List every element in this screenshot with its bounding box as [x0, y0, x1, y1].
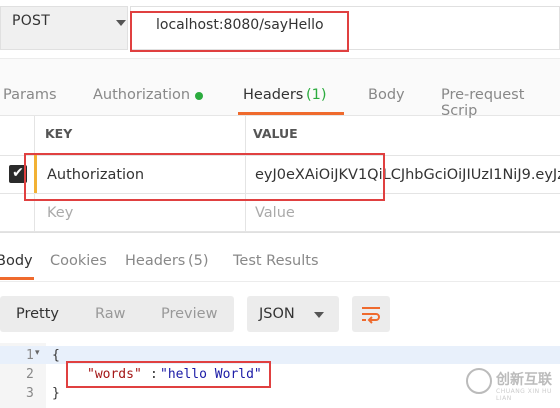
chevron-down-icon[interactable] — [116, 20, 126, 26]
tab-headers-count: (1) — [306, 87, 327, 103]
url-highlight-box — [130, 11, 349, 52]
line-number: 3 — [26, 386, 34, 401]
active-response-tab-indicator — [0, 277, 34, 280]
method-label: POST — [12, 13, 51, 29]
response-tab-body[interactable]: Body — [0, 253, 33, 269]
watermark-logo-icon — [466, 368, 492, 394]
fold-caret-icon[interactable]: ▾ — [35, 348, 40, 358]
header-row-highlight-box — [24, 153, 385, 201]
wrap-lines-icon — [362, 307, 380, 324]
tab-prerequest-script[interactable]: Pre-request Scrip — [441, 87, 560, 119]
raw-button[interactable]: Raw — [95, 306, 126, 322]
line-number: 2 — [26, 367, 34, 382]
code-open-brace: { — [52, 348, 60, 363]
tab-authorization[interactable]: Authorization — [93, 87, 190, 103]
code-highlight-box — [66, 361, 271, 388]
auth-status-dot — [195, 92, 203, 100]
watermark-text: 创新互联 — [496, 372, 552, 388]
column-header-value: VALUE — [253, 126, 298, 141]
new-key-input[interactable]: Key — [47, 205, 73, 221]
format-label: JSON — [259, 306, 295, 322]
response-headers-count: (5) — [188, 253, 209, 269]
line-number: 1 — [26, 348, 34, 363]
chevron-down-icon[interactable] — [314, 312, 324, 318]
watermark-subtext: CHUANG XIN HU LIAN — [496, 388, 552, 402]
tab-params[interactable]: Params — [3, 87, 57, 103]
response-tab-cookies[interactable]: Cookies — [50, 253, 107, 269]
tab-body[interactable]: Body — [368, 87, 405, 103]
response-tab-test-results[interactable]: Test Results — [233, 253, 319, 269]
tab-headers[interactable]: Headers — [243, 87, 303, 103]
new-value-input[interactable]: Value — [255, 205, 295, 221]
pretty-button[interactable]: Pretty — [16, 306, 59, 322]
response-tab-headers[interactable]: Headers — [125, 253, 185, 269]
column-header-key: KEY — [45, 126, 73, 141]
preview-button[interactable]: Preview — [161, 306, 217, 322]
active-tab-indicator — [238, 112, 344, 115]
code-close-brace: } — [52, 386, 60, 401]
